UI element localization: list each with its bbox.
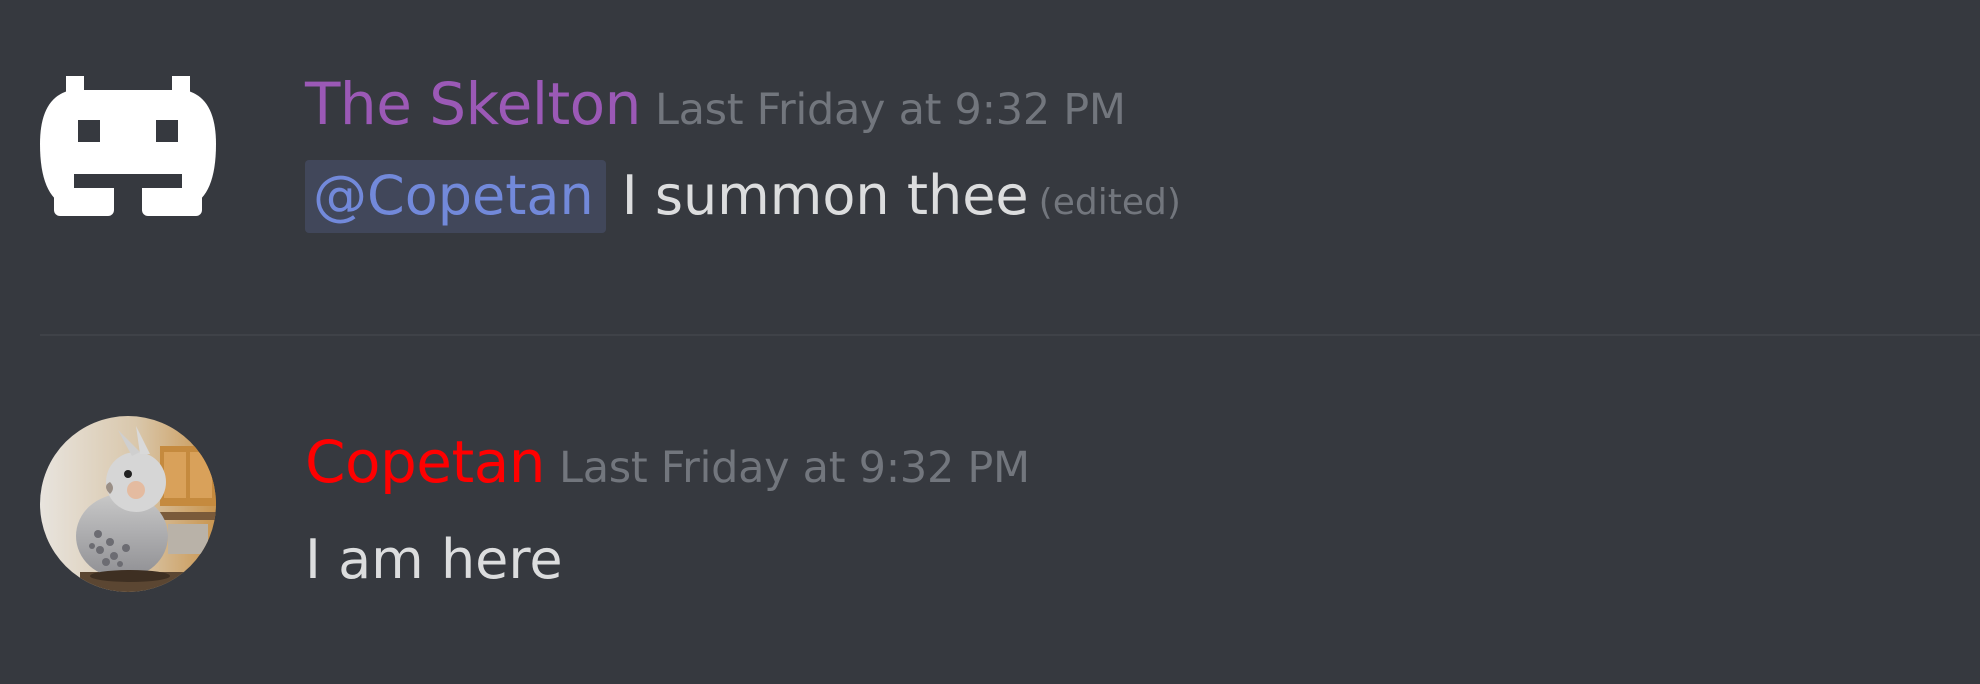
- cockatiel-photo[interactable]: [40, 416, 216, 592]
- user-mention[interactable]: @Copetan: [305, 160, 606, 233]
- username[interactable]: The Skelton: [305, 70, 641, 138]
- message-divider: [40, 334, 1980, 336]
- timestamp: Last Friday at 9:32 PM: [559, 443, 1030, 493]
- message-text: I summon thee: [621, 164, 1029, 227]
- chat-log: The Skelton Last Friday at 9:32 PM @Copet…: [0, 0, 1980, 684]
- message-header: The Skelton Last Friday at 9:32 PM: [305, 70, 1126, 138]
- message-header: Copetan Last Friday at 9:32 PM: [305, 428, 1030, 496]
- edited-label: (edited): [1038, 182, 1181, 223]
- username[interactable]: Copetan: [305, 428, 546, 496]
- timestamp: Last Friday at 9:32 PM: [654, 85, 1126, 135]
- message-text: I am here: [305, 528, 563, 591]
- message-item: The Skelton Last Friday at 9:32 PM @Copet…: [0, 0, 1980, 330]
- space-invader-icon[interactable]: [40, 56, 216, 232]
- message-item: Copetan Last Friday at 9:32 PM I am here: [0, 340, 1980, 684]
- message-content: I am here: [305, 528, 563, 591]
- message-content: @Copetan I summon thee (edited): [305, 160, 1181, 233]
